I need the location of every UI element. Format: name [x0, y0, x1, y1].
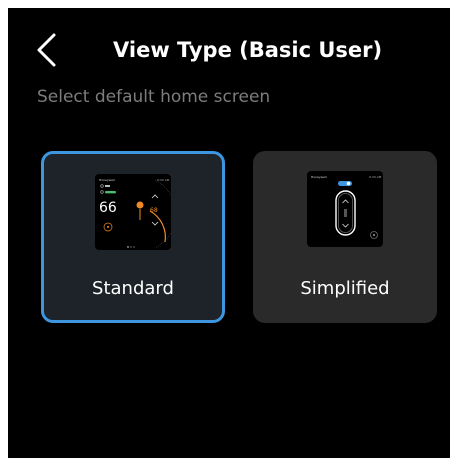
preview-time: 9:30 AM: [369, 175, 382, 179]
screen: View Type (Basic User) Select default ho…: [8, 8, 450, 458]
simplified-option-label: Simplified: [300, 278, 390, 299]
preview-temperature: 66: [99, 200, 117, 216]
preview-setpoint: 68: [150, 207, 158, 214]
preview-brand: Honeywell: [311, 175, 327, 179]
page-subtitle: Select default home screen: [37, 87, 271, 107]
preview-brand: Honeywell: [99, 178, 115, 182]
standard-option-card[interactable]: Honeywell 9:30 AM 66 68 Standard: [41, 151, 225, 323]
simplified-preview-image: Honeywell 9:30 AM: [307, 171, 383, 247]
standard-option-label: Standard: [92, 278, 174, 299]
back-button[interactable]: [34, 32, 60, 68]
chevron-left-icon: [37, 33, 56, 67]
page-title: View Type (Basic User): [113, 38, 383, 62]
preview-time: 9:30 AM: [157, 178, 170, 182]
standard-preview-image: Honeywell 9:30 AM 66 68: [95, 174, 171, 250]
simplified-option-card[interactable]: Honeywell 9:30 AM Simplified: [253, 151, 437, 323]
